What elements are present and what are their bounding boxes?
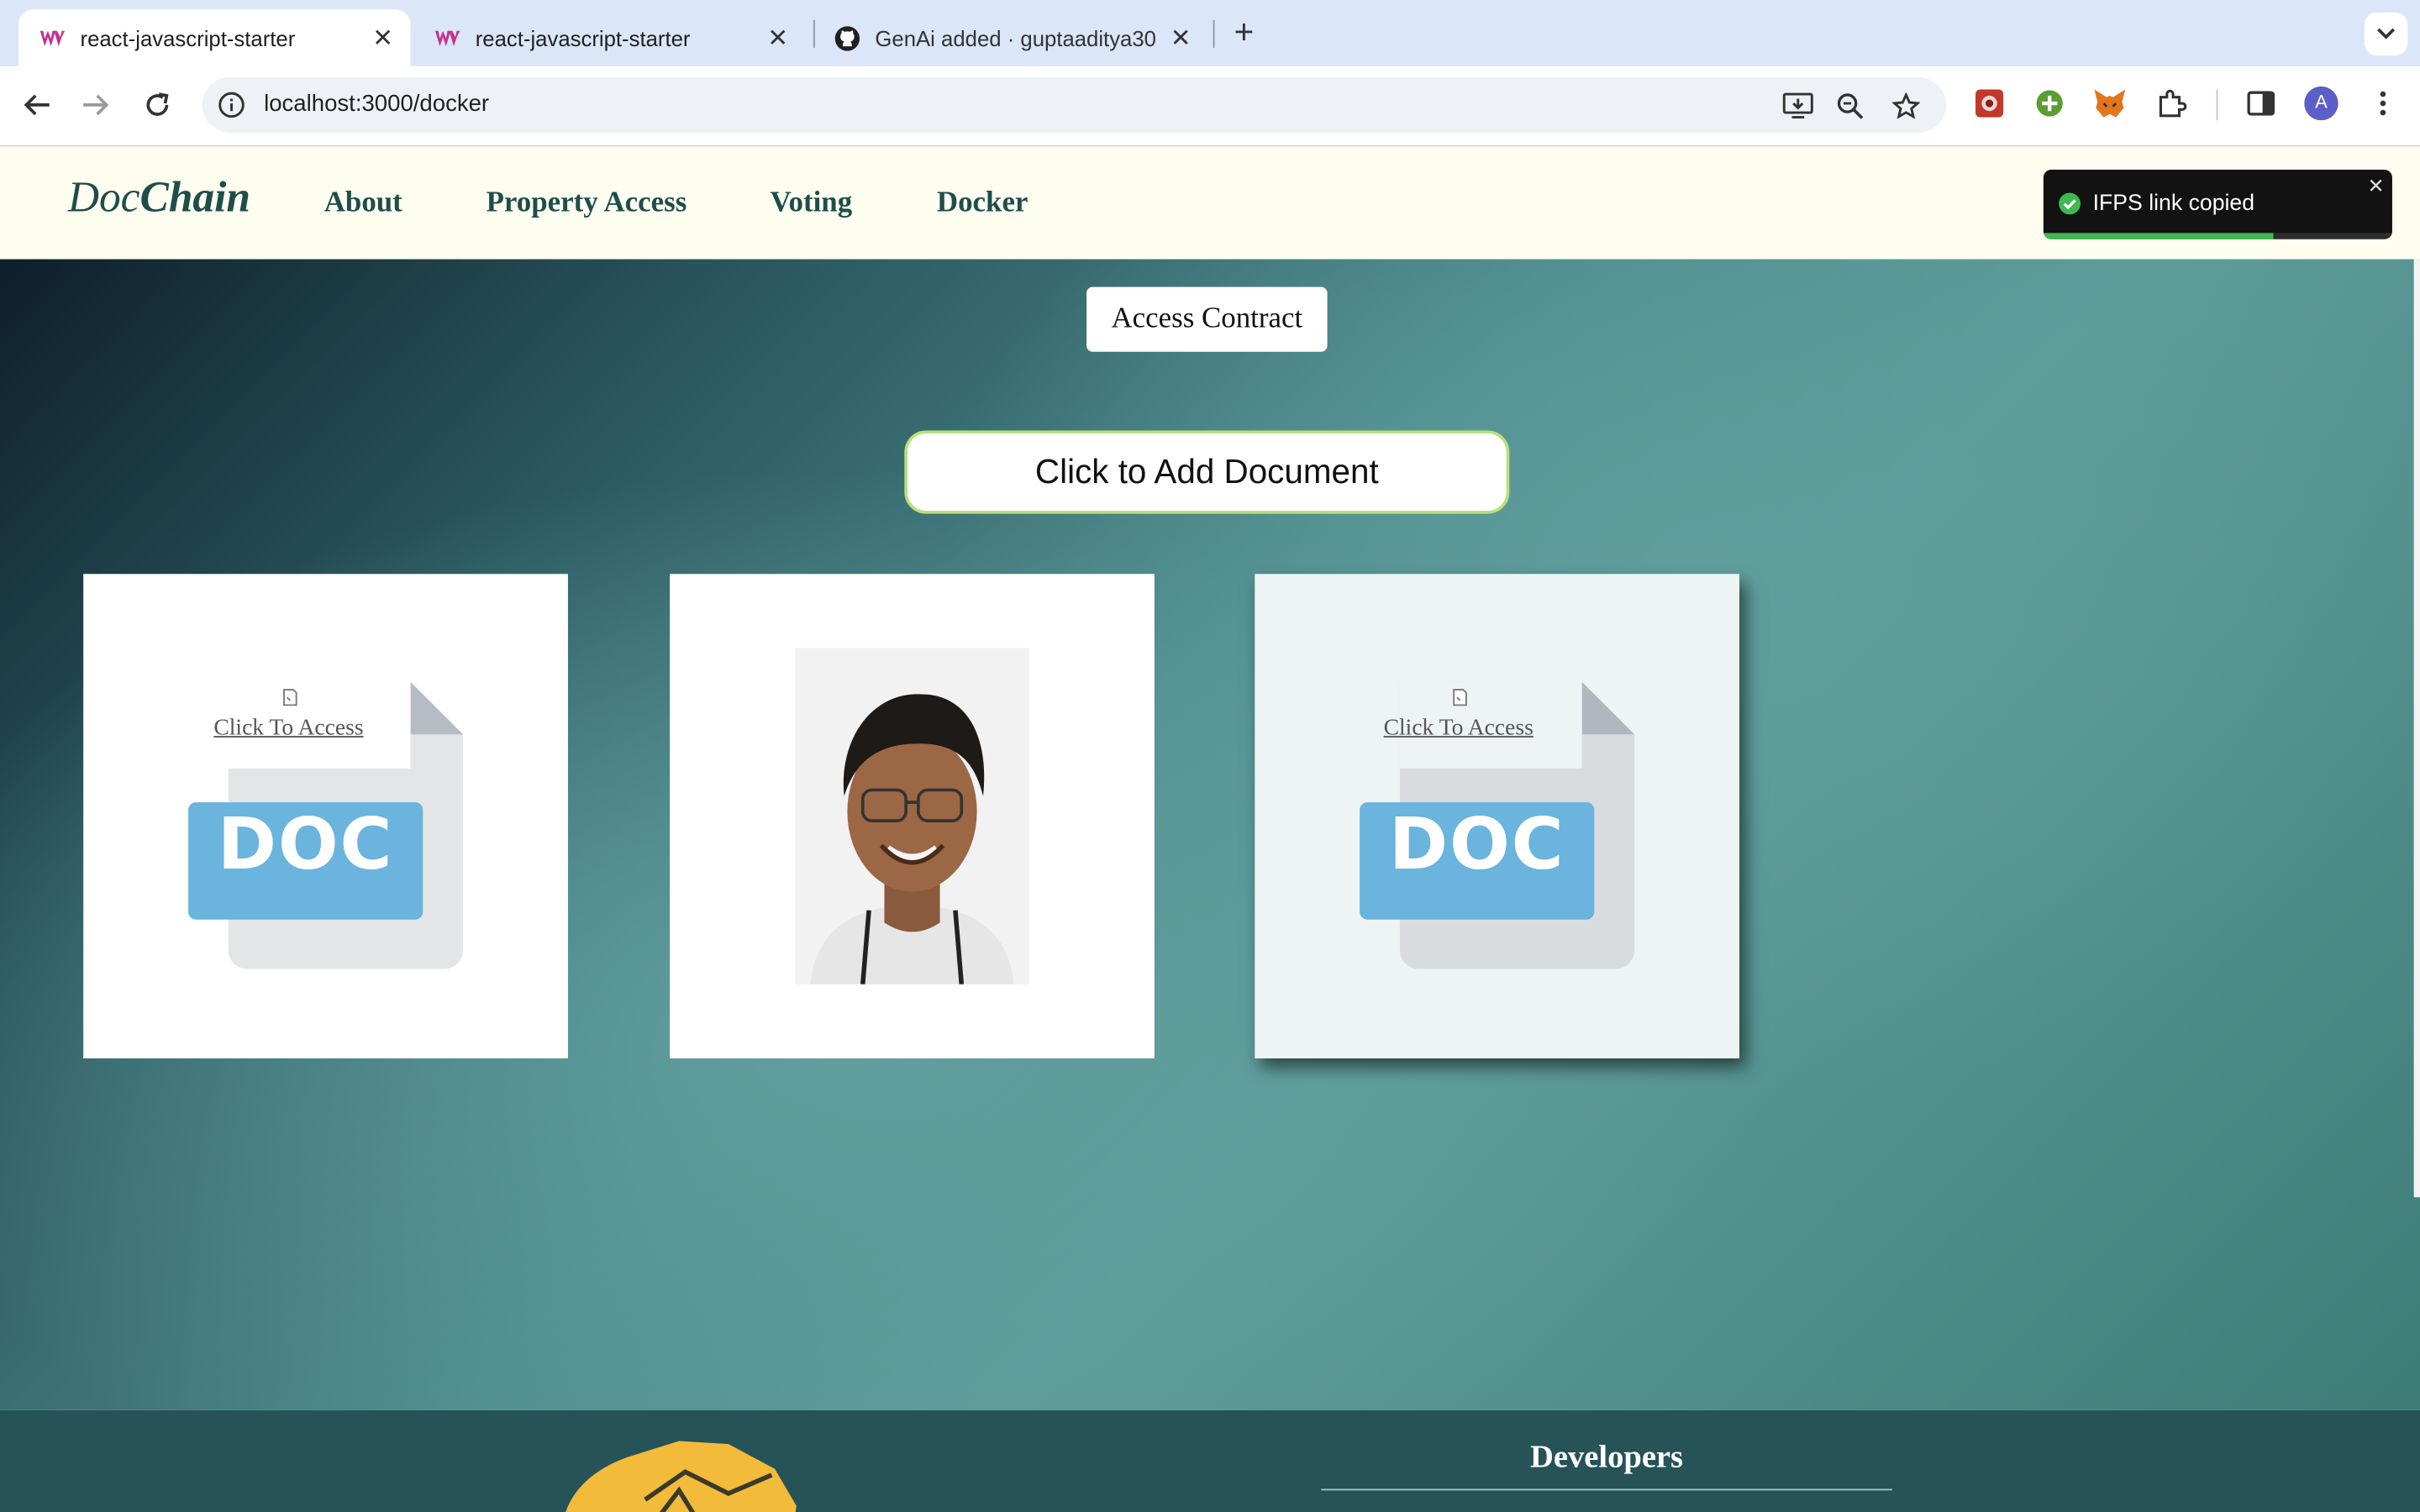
add-document-button[interactable]: Click to Add Document (904, 430, 1510, 514)
webpack-icon (39, 25, 66, 50)
tab-1[interactable]: react-javascript-starter ✕ (18, 9, 411, 66)
address-bar[interactable]: localhost:3000/docker (202, 76, 1947, 133)
toast-notification: IFPS link copied ✕ (2043, 170, 2392, 239)
footer: Developers (0, 1410, 2420, 1512)
tab-separator (1213, 19, 1215, 48)
footer-logo (566, 1441, 797, 1512)
avatar[interactable]: A (2304, 86, 2338, 121)
side-panel-icon[interactable] (2244, 87, 2278, 120)
nav-voting[interactable]: Voting (771, 186, 853, 220)
nav-property-access[interactable]: Property Access (487, 186, 687, 220)
page-viewport: DocChain About Property Access Voting Do… (0, 146, 2420, 1512)
document-card[interactable]: DOC Click To Access (1255, 574, 1739, 1058)
reload-button[interactable] (137, 85, 177, 125)
extension-green-plus-icon[interactable] (2033, 87, 2066, 120)
nav-about[interactable]: About (324, 186, 402, 220)
avatar-initial: A (2315, 91, 2328, 113)
arrow-left-icon (24, 94, 50, 116)
developers-divider (1321, 1488, 1892, 1491)
info-icon[interactable] (218, 91, 245, 118)
close-icon[interactable]: ✕ (1165, 23, 1197, 54)
close-icon[interactable]: ✕ (367, 23, 398, 54)
install-app-icon[interactable] (1782, 91, 1813, 122)
toast-progress-track (2273, 233, 2392, 239)
puzzle-extensions-icon[interactable] (2154, 87, 2188, 120)
doc-badge-text: DOC (217, 802, 394, 886)
broken-image-icon (283, 689, 297, 706)
forward-button[interactable] (76, 85, 116, 125)
toolbar-divider (2216, 89, 2218, 121)
toast-message: IFPS link copied (2092, 191, 2255, 217)
check-circle-icon (2059, 192, 2081, 215)
tab-title: react-javascript-starter (475, 25, 691, 50)
toast-progress-bar (2043, 233, 2274, 239)
webpack-icon (434, 25, 460, 50)
tab-2[interactable]: react-javascript-starter ✕ (413, 9, 806, 66)
doc-badge-text: DOC (1389, 802, 1565, 886)
nav-docker[interactable]: Docker (937, 186, 1028, 220)
tab-title: GenAi added · guptaaditya30 (875, 25, 1156, 50)
bookmark-star-icon[interactable] (1891, 91, 1922, 122)
arrow-right-icon (83, 94, 109, 116)
github-icon (834, 25, 860, 50)
brand-part-1: Doc (67, 174, 140, 223)
close-icon[interactable]: ✕ (2368, 175, 2385, 199)
more-menu-icon[interactable] (2366, 87, 2400, 120)
chevron-down-icon (2377, 28, 2396, 39)
extension-red-icon[interactable] (1972, 87, 2006, 120)
new-tab-button[interactable]: + (1225, 14, 1262, 52)
document-card[interactable]: DOC Click To Access (83, 574, 568, 1058)
profile-photo (794, 648, 1030, 984)
brand-logo[interactable]: DocChain (68, 175, 250, 224)
scrollbar[interactable] (2413, 259, 2420, 1198)
url-text: localhost:3000/docker (264, 91, 490, 118)
brand-part-2: Chain (139, 174, 251, 223)
metamask-fox-icon[interactable] (2093, 87, 2127, 120)
click-to-access-link[interactable]: Click To Access (196, 716, 381, 742)
photo-card[interactable] (670, 574, 1155, 1058)
access-contract-button[interactable]: Access Contract (1086, 286, 1328, 352)
tab-3[interactable]: GenAi added · guptaaditya30 ✕ (813, 9, 1208, 66)
main-content: Access Contract Click to Add Document DO… (0, 259, 2420, 1410)
browser-toolbar: localhost:3000/docker A (0, 66, 2420, 147)
back-button[interactable] (17, 85, 57, 125)
tab-strip: react-javascript-starter ✕ react-javascr… (0, 0, 2420, 66)
developers-title: Developers (1529, 1437, 1684, 1475)
close-icon[interactable]: ✕ (762, 23, 793, 54)
zoom-icon[interactable] (1835, 91, 1866, 122)
tab-title: react-javascript-starter (80, 25, 296, 50)
click-to-access-link[interactable]: Click To Access (1366, 716, 1551, 742)
tab-search-button[interactable] (2364, 12, 2408, 56)
reload-icon (146, 92, 169, 116)
broken-image-icon (1453, 689, 1467, 706)
